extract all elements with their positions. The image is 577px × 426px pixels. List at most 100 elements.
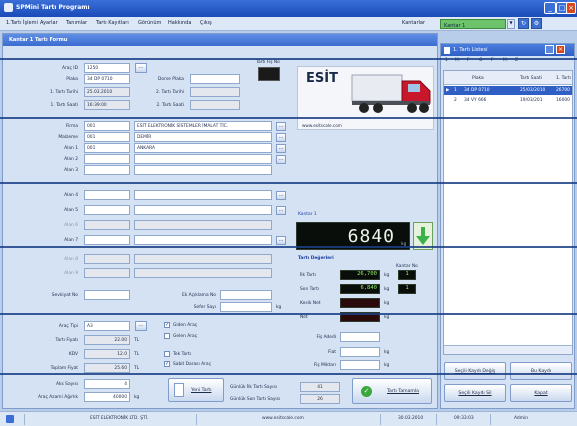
alan1-label: Alan 1 — [64, 146, 78, 151]
alan1-name-input[interactable]: ANKARA — [134, 143, 272, 153]
menu-item-tarti[interactable]: 1.Tartı İşlemi — [6, 20, 38, 26]
alan8-name-input[interactable] — [134, 254, 272, 264]
menu-bar: 1.Tartı İşlemi Ayarlar Tanımlar Tartı Ka… — [0, 17, 577, 31]
divider — [24, 414, 25, 425]
fis-miktar-input[interactable] — [340, 360, 380, 370]
alan6-code-input[interactable] — [84, 220, 130, 230]
menu-item-tanimlar[interactable]: Tanımlar — [66, 20, 87, 26]
bu-kayit-button[interactable]: Bu Kaydı — [510, 362, 572, 380]
sabit-dara-checkbox[interactable]: ✓ — [164, 361, 170, 367]
kapat-label: Kapat — [534, 391, 548, 396]
toolbar-kantar-label: Kantarlar — [402, 20, 426, 26]
alan5-lookup-button[interactable]: … — [276, 206, 286, 215]
firma-name-input[interactable]: ESİT ELEKTRONİK SİSTEMLER İMALAT TİC. — [134, 121, 272, 131]
arac-tipi-lookup-button[interactable]: … — [135, 321, 147, 331]
plaka-input[interactable]: 34 DP 0710 — [84, 74, 130, 84]
fis-adet-input[interactable] — [340, 332, 380, 342]
dorse-input[interactable] — [190, 74, 240, 84]
saat2-input[interactable] — [190, 100, 240, 110]
chevron-down-icon[interactable]: ▼ — [507, 19, 515, 29]
menu-item-hakkinda[interactable]: Hakkında — [168, 20, 191, 26]
kantar-select[interactable]: Kantar 1 — [440, 19, 506, 29]
firma-code-input[interactable]: 001 — [84, 121, 130, 131]
alan3-code-input[interactable] — [84, 165, 130, 175]
close-button[interactable]: × — [566, 2, 576, 14]
col-plaka[interactable]: Plaka — [472, 76, 484, 81]
alan8-code-input[interactable] — [84, 254, 130, 264]
toplam-currency: TL — [134, 366, 140, 371]
alan5-name-input[interactable] — [134, 205, 272, 215]
table-row[interactable]: 2 34 VY 666 19/03/201 16000 — [444, 96, 572, 105]
col-1-tarti[interactable]: 1. Tartı — [556, 76, 571, 81]
alan4-name-input[interactable] — [134, 190, 272, 200]
tarti-fiyati-input[interactable]: 22.00 — [84, 335, 130, 345]
giden-arac-checkbox[interactable]: ✓ — [164, 322, 170, 328]
divider — [0, 373, 577, 375]
kdv-input[interactable]: 12.0 — [84, 349, 130, 359]
malzeme-name-input[interactable]: DEMİR — [134, 132, 272, 142]
gunluk-son-label: Günlük Son Tartı Sayısı — [230, 397, 281, 402]
alan6-name-input[interactable] — [134, 220, 272, 230]
net-unit: kg — [384, 315, 390, 320]
check-icon: ✓ — [361, 386, 372, 397]
list-minimize-button[interactable] — [545, 45, 554, 54]
malzeme-label: Malzeme — [58, 135, 78, 140]
ek-aciklama-input[interactable] — [220, 290, 272, 300]
saat1-input[interactable]: 16:39:00 — [84, 100, 130, 110]
toplam-input[interactable]: 25.60 — [84, 363, 130, 373]
secili-kayit-sil-button[interactable]: Seçili Kaydı Sil — [444, 384, 506, 402]
alan2-name-input[interactable] — [134, 154, 272, 164]
horizontal-scrollbar[interactable] — [444, 345, 572, 354]
secili-kayit-degis-button[interactable]: Seçili Kaydı Değiş — [444, 362, 506, 380]
menu-item-kayitlar[interactable]: Tartı Kayıtları — [96, 20, 129, 26]
alan4-lookup-button[interactable]: … — [276, 191, 286, 200]
alan7-lookup-button[interactable]: … — [276, 236, 286, 245]
minimize-button[interactable]: _ — [544, 2, 556, 14]
arac-tipi-input[interactable]: A3 — [84, 321, 130, 331]
azami-input[interactable]: 40000 — [84, 392, 130, 402]
alan1-code-input[interactable]: 001 — [84, 143, 130, 153]
alan2-code-input[interactable] — [84, 154, 130, 164]
ilk-tarti-value: 26,700 — [357, 271, 377, 277]
son-tarti-display: 6,840 — [340, 284, 380, 294]
col-tarti-saati[interactable]: Tartı Saati — [520, 76, 542, 81]
malzeme-lookup-button[interactable]: … — [276, 133, 286, 142]
alan4-code-input[interactable] — [84, 190, 130, 200]
alan2-lookup-button[interactable]: … — [276, 155, 286, 164]
gelen-arac-checkbox[interactable] — [164, 333, 170, 339]
alan9-label: Alan 9 — [64, 271, 78, 276]
alan5-code-input[interactable] — [84, 205, 130, 215]
fiat-input[interactable] — [340, 347, 380, 357]
alan7-code-input[interactable] — [84, 235, 130, 245]
menu-item-ayarlar[interactable]: Ayarlar — [40, 20, 58, 26]
tek-tarti-label: Tek Tartı — [173, 352, 191, 357]
list-close-button[interactable]: × — [556, 45, 565, 54]
sevkiyat-input[interactable] — [84, 290, 130, 300]
menu-item-gorunum[interactable]: Görünüm — [138, 20, 161, 26]
tarih1-input[interactable]: 25.03.2010 — [84, 87, 130, 97]
settings-icon[interactable]: ⚙ — [531, 18, 542, 29]
aks-input[interactable]: 4 — [84, 379, 130, 389]
table-row[interactable]: ▶ 1 34 DP 0710 25/03/2010 26700 — [444, 86, 572, 95]
kapat-button[interactable]: Kapat — [510, 384, 572, 402]
alan9-name-input[interactable] — [134, 268, 272, 278]
sabit-dara-label: Sabit Darası Araç — [173, 362, 211, 367]
divider — [0, 58, 577, 60]
alan1-lookup-button[interactable]: … — [276, 144, 286, 153]
alan2-label: Alan 2 — [64, 157, 78, 162]
sefer-input[interactable] — [220, 302, 272, 312]
menu-item-cikis[interactable]: Çıkış — [200, 20, 212, 26]
alan3-name-input[interactable] — [134, 165, 272, 175]
kdv-currency: TL — [134, 352, 140, 357]
arac-id-input[interactable]: 1250 — [84, 63, 130, 73]
tek-tarti-checkbox[interactable] — [164, 351, 170, 357]
malzeme-code-input[interactable]: 001 — [84, 132, 130, 142]
arac-search-button[interactable]: … — [135, 63, 147, 73]
alan7-name-input[interactable] — [134, 235, 272, 245]
tarti-tamamla-button[interactable]: ✓ Tartı Tamamla — [352, 378, 432, 404]
firma-lookup-button[interactable]: … — [276, 122, 286, 131]
alan9-code-input[interactable] — [84, 268, 130, 278]
yeni-tarti-button[interactable]: Yeni Tartı — [168, 378, 224, 402]
tarih2-input[interactable] — [190, 87, 240, 97]
refresh-icon[interactable]: ↻ — [518, 18, 529, 29]
